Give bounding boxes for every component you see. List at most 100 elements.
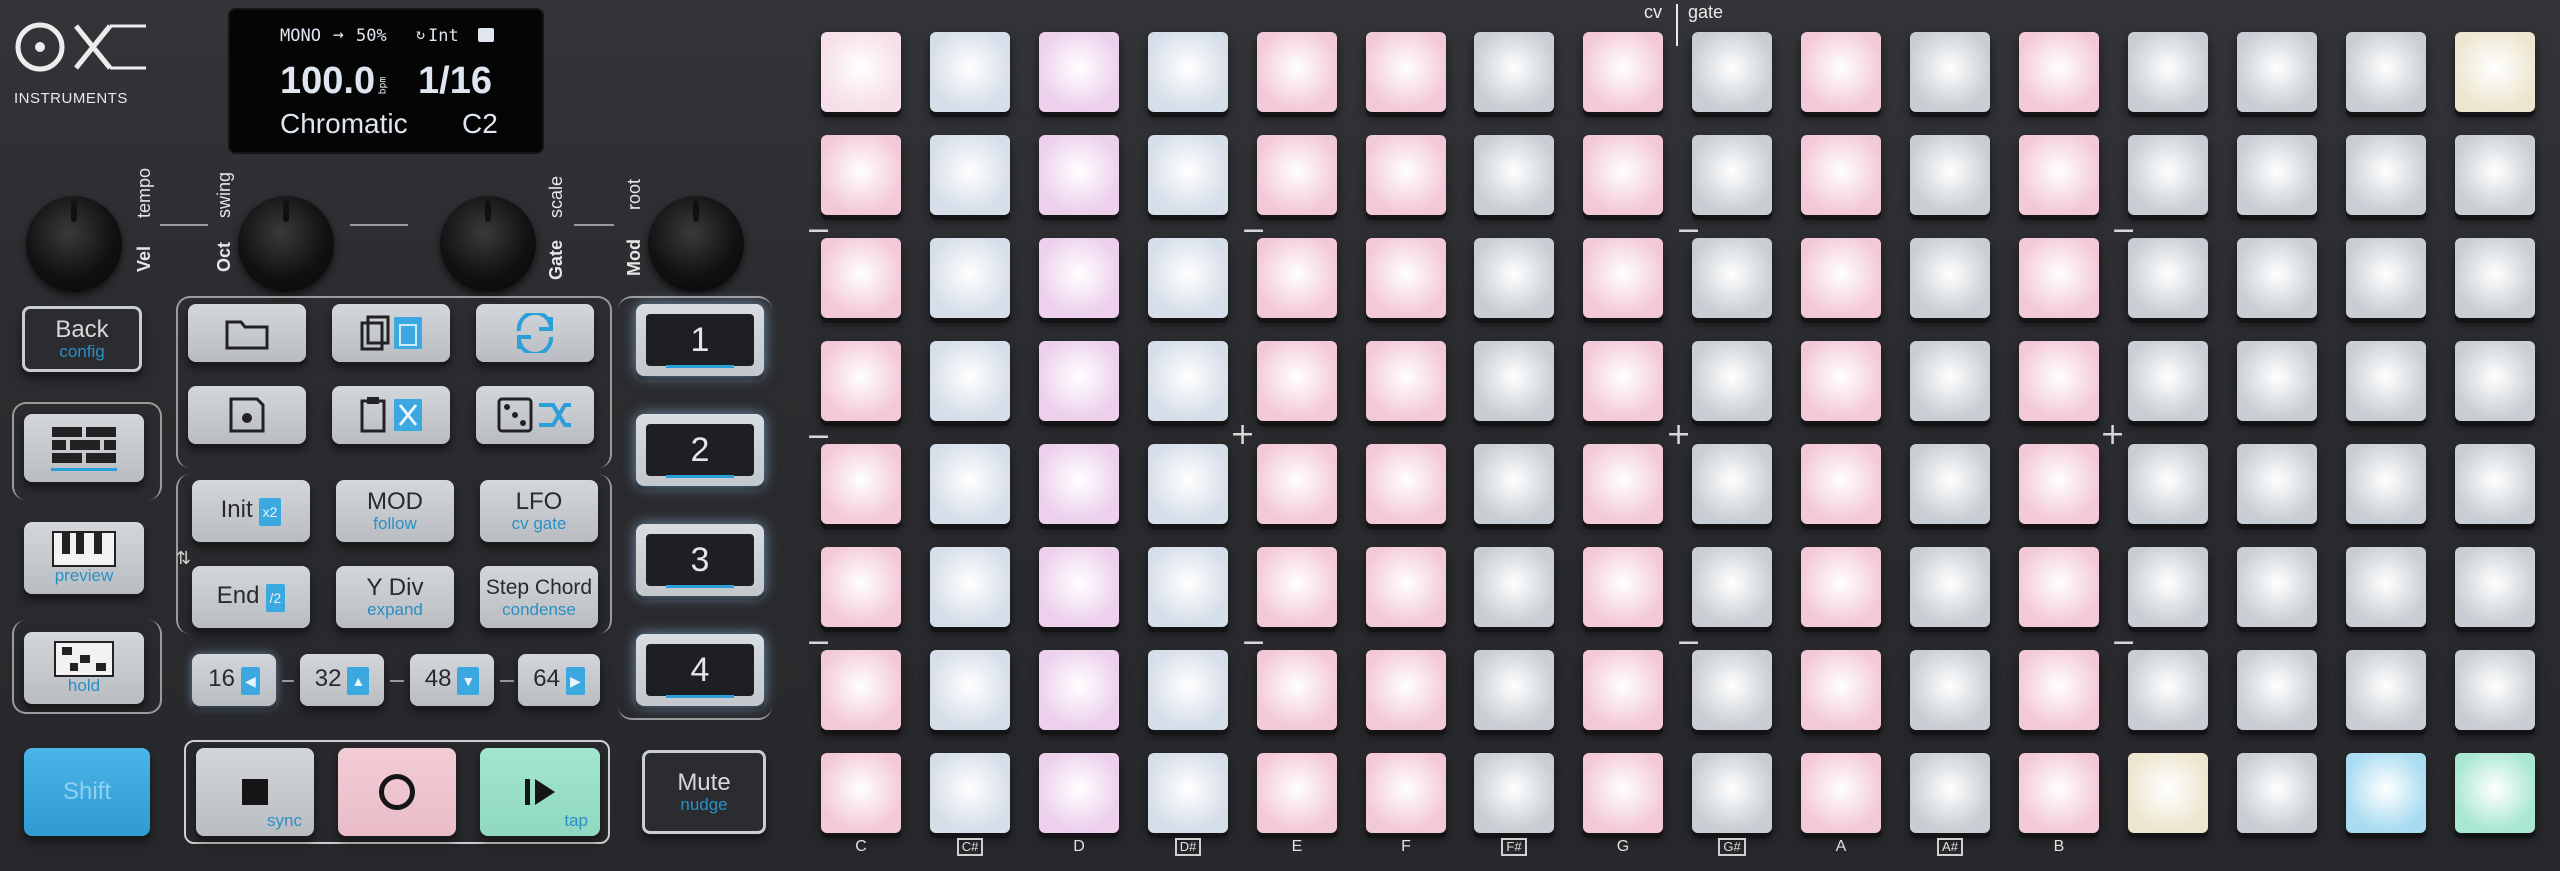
grid-pad[interactable] <box>821 32 901 112</box>
grid-pad[interactable] <box>1910 32 1990 112</box>
grid-pad[interactable] <box>2455 135 2535 215</box>
copy-button[interactable] <box>332 304 450 362</box>
grid-pad[interactable] <box>1801 341 1881 421</box>
grid-pad[interactable] <box>821 650 901 730</box>
grid-pad[interactable] <box>1692 650 1772 730</box>
grid-pad[interactable] <box>2237 444 2317 524</box>
grid-pad[interactable] <box>2019 444 2099 524</box>
record-button[interactable] <box>338 748 456 836</box>
grid-pad[interactable] <box>1257 444 1337 524</box>
mod-button[interactable]: MOD follow <box>336 480 454 542</box>
grid-pad[interactable] <box>930 32 1010 112</box>
grid-pad[interactable] <box>1910 547 1990 627</box>
grid-pad[interactable] <box>2128 341 2208 421</box>
grid-pad[interactable] <box>1366 753 1446 833</box>
back-button[interactable]: Back config <box>22 306 142 372</box>
grid-pad[interactable] <box>1366 135 1446 215</box>
grid-pad[interactable] <box>1148 753 1228 833</box>
grid-pad[interactable] <box>930 444 1010 524</box>
save-button[interactable] <box>188 386 306 444</box>
grid-pad[interactable] <box>1148 32 1228 112</box>
grid-pad[interactable] <box>930 341 1010 421</box>
grid-pad[interactable] <box>1583 444 1663 524</box>
grid-pad[interactable] <box>1257 650 1337 730</box>
grid-pad[interactable] <box>1801 444 1881 524</box>
grid-pad[interactable] <box>1148 135 1228 215</box>
grid-pad[interactable] <box>1257 753 1337 833</box>
grid-pad[interactable] <box>2128 32 2208 112</box>
grid-pad[interactable] <box>2128 238 2208 318</box>
grid-pad[interactable] <box>821 135 901 215</box>
grid-pad[interactable] <box>1366 32 1446 112</box>
grid-pad[interactable] <box>1692 135 1772 215</box>
grid-pad[interactable] <box>1366 444 1446 524</box>
grid-pad[interactable] <box>1801 135 1881 215</box>
grid-pad[interactable] <box>1801 753 1881 833</box>
grid-pad[interactable] <box>1692 753 1772 833</box>
grid-pad[interactable] <box>1910 753 1990 833</box>
grid-pad[interactable] <box>821 547 901 627</box>
track-2-button[interactable]: 2 <box>636 414 764 486</box>
grid-pad[interactable] <box>1583 32 1663 112</box>
grid-pad[interactable] <box>2128 444 2208 524</box>
grid-pad[interactable] <box>1474 650 1554 730</box>
shift-button[interactable]: Shift <box>24 748 150 836</box>
grid-pad[interactable] <box>2346 650 2426 730</box>
load-folder-button[interactable] <box>188 304 306 362</box>
grid-pad[interactable] <box>1910 650 1990 730</box>
grid-pad[interactable] <box>2237 753 2317 833</box>
knob-gate-scale[interactable] <box>440 196 536 292</box>
knob-vel-tempo[interactable] <box>26 196 122 292</box>
grid-pad[interactable] <box>1039 547 1119 627</box>
grid-pad[interactable] <box>1692 32 1772 112</box>
ydiv-button[interactable]: Y Div expand <box>336 566 454 628</box>
grid-pad[interactable] <box>1257 135 1337 215</box>
keyboard-preview-button[interactable]: preview <box>24 522 144 594</box>
grid-pad[interactable] <box>2455 238 2535 318</box>
grid-pad[interactable] <box>821 341 901 421</box>
grid-pad[interactable] <box>1474 753 1554 833</box>
grid-pad[interactable] <box>1148 444 1228 524</box>
grid-pad[interactable] <box>2128 547 2208 627</box>
grid-pad[interactable] <box>2237 341 2317 421</box>
grid-pad[interactable] <box>1910 341 1990 421</box>
grid-pad[interactable] <box>1474 32 1554 112</box>
grid-pad[interactable] <box>1801 238 1881 318</box>
grid-pad[interactable] <box>2128 650 2208 730</box>
grid-pad[interactable] <box>2019 135 2099 215</box>
grid-pad[interactable] <box>2346 32 2426 112</box>
grid-pad[interactable] <box>930 238 1010 318</box>
track-3-button[interactable]: 3 <box>636 524 764 596</box>
grid-pad[interactable] <box>1366 238 1446 318</box>
grid-pad[interactable] <box>1474 341 1554 421</box>
grid-pad[interactable] <box>930 547 1010 627</box>
grid-pad[interactable] <box>1039 650 1119 730</box>
length-32-button[interactable]: 32 ▲ <box>300 654 384 706</box>
grid-pad[interactable] <box>2019 753 2099 833</box>
grid-pad[interactable] <box>930 650 1010 730</box>
grid-pad[interactable] <box>1692 444 1772 524</box>
grid-pad[interactable] <box>2455 32 2535 112</box>
end-button[interactable]: End/2 <box>192 566 310 628</box>
grid-pad[interactable] <box>1257 341 1337 421</box>
grid-pad[interactable] <box>1366 547 1446 627</box>
grid-pad[interactable] <box>1583 341 1663 421</box>
grid-pad[interactable] <box>1366 650 1446 730</box>
grid-pad[interactable] <box>2237 650 2317 730</box>
grid-pad[interactable] <box>1801 547 1881 627</box>
play-button[interactable]: tap <box>480 748 600 836</box>
grid-pad[interactable] <box>1474 547 1554 627</box>
grid-pad[interactable] <box>2455 753 2535 833</box>
grid-pad[interactable] <box>2346 753 2426 833</box>
grid-pad[interactable] <box>1583 135 1663 215</box>
grid-pad[interactable] <box>930 135 1010 215</box>
length-48-button[interactable]: 48 ▼ <box>410 654 494 706</box>
grid-pad[interactable] <box>1474 238 1554 318</box>
grid-pad[interactable] <box>1039 135 1119 215</box>
undo-redo-button[interactable] <box>476 304 594 362</box>
grid-pad[interactable] <box>1910 135 1990 215</box>
grid-pad[interactable] <box>930 753 1010 833</box>
grid-pad[interactable] <box>2237 238 2317 318</box>
grid-pad[interactable] <box>1039 444 1119 524</box>
grid-pad[interactable] <box>2019 238 2099 318</box>
